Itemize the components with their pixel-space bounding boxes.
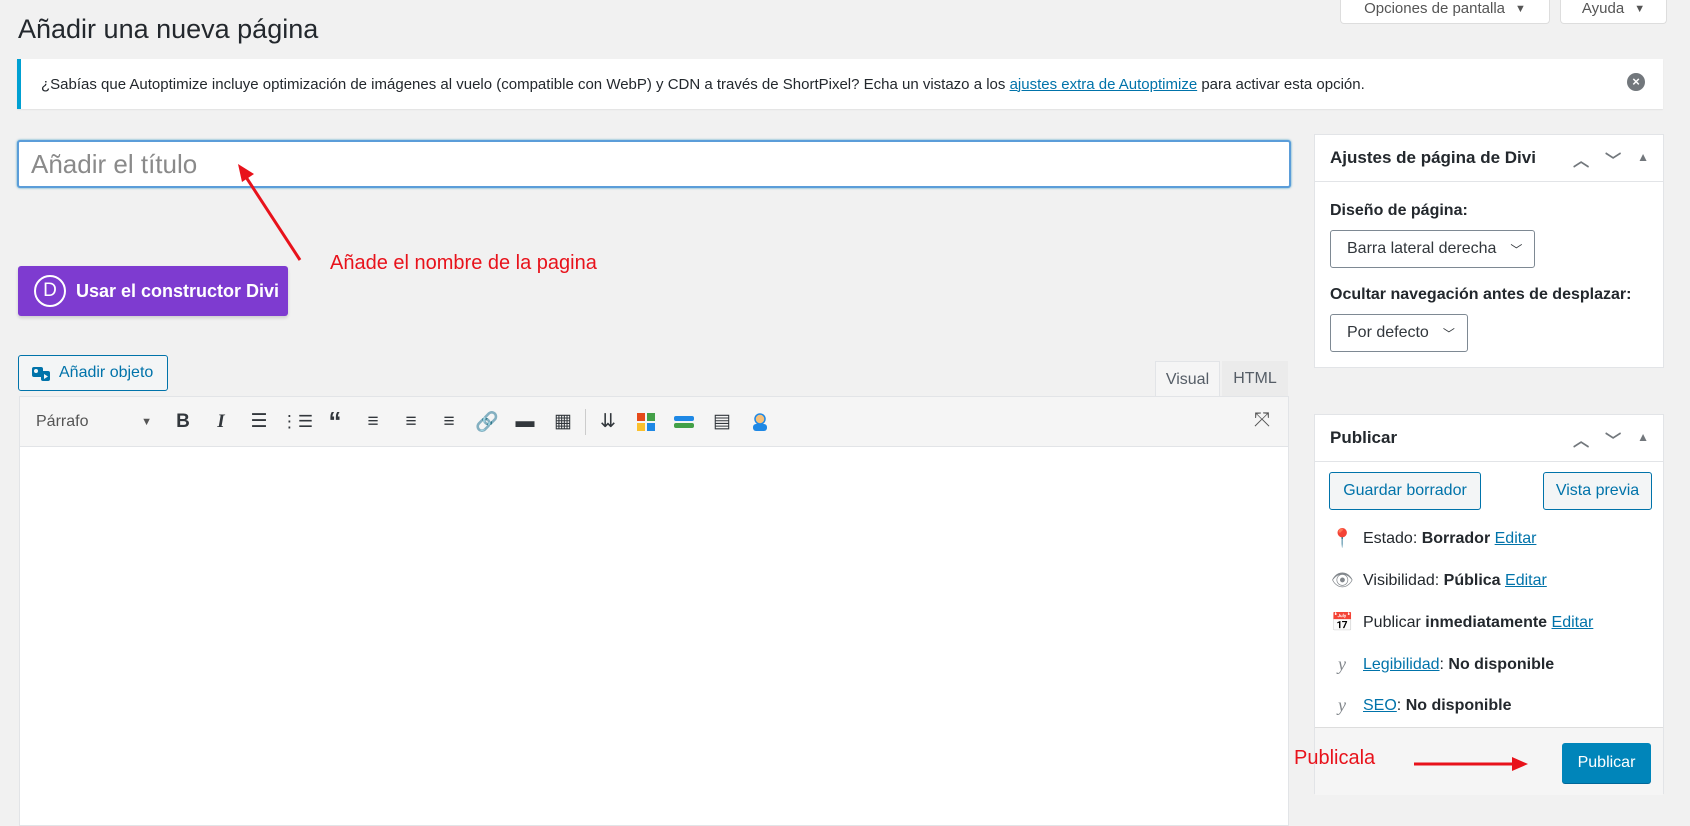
collapse-triangle-icon[interactable]: ▲: [1637, 150, 1649, 171]
edit-status-link[interactable]: Editar: [1495, 530, 1537, 547]
publish-box: Publicar ︿ ﹀ ▲ Guardar borrador Vista pr…: [1314, 414, 1664, 795]
chevron-down-icon[interactable]: ﹀: [1605, 427, 1621, 451]
help-button[interactable]: Ayuda ▼: [1560, 0, 1667, 24]
schedule-value: inmediatamente: [1425, 613, 1548, 631]
page-title: Añadir una nueva página: [18, 14, 319, 44]
chevron-down-icon[interactable]: ﹀: [1605, 147, 1621, 171]
user-icon[interactable]: [741, 407, 779, 437]
layout-select[interactable]: Barra lateral derecha ﹀: [1330, 230, 1536, 268]
calendar-icon: 📅: [1331, 612, 1354, 632]
edit-visibility-link[interactable]: Editar: [1505, 572, 1547, 589]
format-select[interactable]: Párrafo ▼: [28, 407, 156, 437]
toolbar-separator: [585, 408, 586, 435]
publish-header[interactable]: Publicar ︿ ﹀ ▲: [1315, 415, 1663, 462]
box-icon[interactable]: ▤: [703, 407, 741, 437]
collapse-triangle-icon[interactable]: ▲: [1637, 430, 1649, 451]
annotation-publish-hint: Publicala: [1294, 747, 1376, 769]
align-center-icon[interactable]: ≡: [392, 407, 430, 437]
triangle-down-icon: ▼: [1515, 2, 1526, 15]
hide-nav-label: Ocultar navegación antes de desplazar:: [1330, 286, 1632, 303]
triangle-down-icon: ▼: [141, 415, 152, 428]
seo-link[interactable]: SEO: [1363, 697, 1397, 714]
autoptimize-notice: ¿Sabías que Autoptimize incluye optimiza…: [17, 59, 1663, 109]
annotation-arrow-title: [238, 164, 302, 261]
align-left-icon[interactable]: ≡: [354, 407, 392, 437]
publish-title: Publicar: [1330, 428, 1398, 447]
link-icon[interactable]: 🔗: [468, 407, 506, 437]
yoast-icon: y: [1338, 654, 1346, 674]
hide-nav-select[interactable]: Por defecto ﹀: [1330, 314, 1468, 352]
notice-text-before: ¿Sabías que Autoptimize incluye optimiza…: [41, 75, 1010, 93]
triangle-down-icon: ▼: [1634, 2, 1646, 15]
layout-select-value: Barra lateral derecha: [1347, 240, 1497, 257]
annotation-arrow-publish: [1414, 757, 1528, 771]
tab-visual[interactable]: Visual: [1155, 361, 1220, 397]
status-row: 📍 Estado: Borrador Editar: [1331, 528, 1536, 549]
editor-toolbar: Párrafo ▼ B I ☰ ⋮☰ “ ≡ ≡ ≡ 🔗 ▬ ▦ ⇊ ▤ ⤧: [20, 397, 1288, 447]
layout-label: Diseño de página:: [1330, 202, 1468, 219]
pin-icon: 📍: [1331, 528, 1354, 548]
dismiss-icon[interactable]: ×: [1627, 73, 1645, 91]
readability-value: No disponible: [1448, 655, 1555, 673]
columns-icon[interactable]: [627, 407, 665, 437]
chevron-up-icon[interactable]: ︿: [1573, 427, 1589, 451]
bullet-list-icon[interactable]: ☰: [240, 407, 278, 437]
preview-button[interactable]: Vista previa: [1543, 472, 1652, 510]
save-draft-button[interactable]: Guardar borrador: [1329, 472, 1481, 510]
notice-text-after: para activar esta opción.: [1197, 75, 1365, 93]
italic-icon[interactable]: I: [202, 407, 240, 437]
divi-settings-box: Ajustes de página de Divi ︿ ﹀ ▲ Diseño d…: [1314, 134, 1664, 368]
annotation-title-hint: Añade el nombre de la pagina: [330, 252, 597, 274]
schedule-row: 📅 Publicar inmediatamente Editar: [1331, 612, 1593, 633]
user-svg: [753, 412, 767, 431]
format-select-value: Párrafo: [36, 412, 89, 430]
add-media-button[interactable]: Añadir objeto: [18, 355, 168, 391]
visibility-row: 👁 Visibilidad: Pública Editar: [1331, 570, 1547, 591]
divi-button-label: Usar el constructor Divi: [76, 280, 280, 301]
publish-button[interactable]: Publicar: [1562, 743, 1651, 783]
divi-settings-title: Ajustes de página de Divi: [1330, 148, 1536, 167]
readability-link[interactable]: Legibilidad: [1363, 656, 1440, 673]
seo-row: y SEO: No disponible: [1331, 695, 1511, 716]
divi-settings-header[interactable]: Ajustes de página de Divi ︿ ﹀ ▲: [1315, 135, 1663, 182]
bold-icon[interactable]: B: [164, 407, 202, 437]
toolbar-toggle-icon[interactable]: ▦: [544, 407, 582, 437]
status-value: Borrador: [1421, 529, 1491, 547]
visibility-value: Pública: [1443, 571, 1501, 589]
content-editor[interactable]: Párrafo ▼ B I ☰ ⋮☰ “ ≡ ≡ ≡ 🔗 ▬ ▦ ⇊ ▤ ⤧: [19, 396, 1289, 826]
edit-schedule-link[interactable]: Editar: [1552, 614, 1594, 631]
columns-svg: [637, 412, 655, 431]
screen-options-button[interactable]: Opciones de pantalla ▼: [1340, 0, 1550, 24]
tab-html[interactable]: HTML: [1222, 361, 1288, 397]
add-media-label: Añadir objeto: [59, 364, 154, 381]
divi-logo-icon: D: [34, 275, 66, 307]
title-input[interactable]: [17, 140, 1291, 188]
divi-builder-button[interactable]: D Usar el constructor Divi: [18, 266, 288, 316]
numbered-list-icon[interactable]: ⋮☰: [278, 407, 316, 437]
insert-icon[interactable]: ⇊: [589, 407, 627, 437]
screen-options-label: Opciones de pantalla: [1364, 0, 1506, 17]
notice-link[interactable]: ajustes extra de Autoptimize: [1010, 76, 1198, 93]
seo-value: No disponible: [1405, 696, 1512, 714]
notice-text: ¿Sabías que Autoptimize incluye optimiza…: [41, 76, 1365, 93]
help-label: Ayuda: [1581, 0, 1625, 17]
chevron-down-icon: ﹀: [1442, 326, 1455, 341]
readability-row: y Legibilidad: No disponible: [1331, 654, 1554, 675]
chevron-up-icon[interactable]: ︿: [1573, 147, 1589, 171]
divider-icon[interactable]: [665, 407, 703, 437]
visibility-label: Visibilidad:: [1363, 571, 1440, 589]
fullscreen-icon[interactable]: ⤧: [1254, 409, 1270, 432]
eye-icon: 👁: [1331, 570, 1354, 590]
read-more-icon[interactable]: ▬: [506, 407, 544, 437]
media-icon: [32, 367, 50, 381]
blockquote-icon[interactable]: “: [316, 406, 354, 437]
chevron-down-icon: ﹀: [1510, 242, 1523, 257]
status-label: Estado:: [1363, 529, 1418, 547]
align-right-icon[interactable]: ≡: [430, 407, 468, 437]
schedule-label: Publicar: [1363, 613, 1421, 631]
yoast-icon: y: [1338, 695, 1346, 715]
hide-nav-select-value: Por defecto: [1347, 324, 1429, 341]
divider-svg: [674, 415, 694, 428]
